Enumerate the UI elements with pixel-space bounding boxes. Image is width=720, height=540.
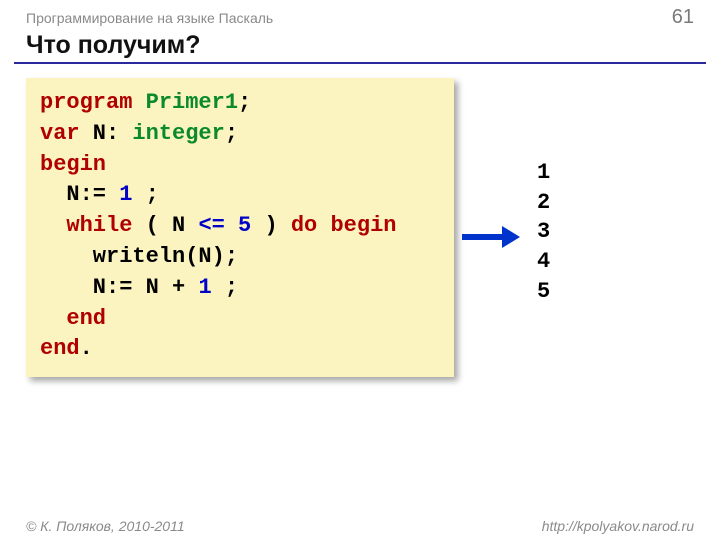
arrow-icon	[462, 226, 520, 248]
copyright-label: © К. Поляков, 2010-2011	[26, 518, 185, 534]
code-listing: program Primer1; var N: integer; begin N…	[26, 78, 454, 377]
code-line: var N: integer;	[40, 119, 440, 150]
slide-header: Программирование на языке Паскаль 61	[0, 0, 720, 29]
slide-footer: © К. Поляков, 2010-2011 http://kpolyakov…	[0, 518, 720, 534]
code-line: begin	[40, 150, 440, 181]
page-number: 61	[672, 6, 694, 29]
subject-label: Программирование на языке Паскаль	[26, 10, 273, 26]
code-line: writeln(N);	[40, 242, 440, 273]
arrow-shaft	[462, 234, 504, 240]
code-line: end.	[40, 334, 440, 365]
code-line: while ( N <= 5 ) do begin	[40, 211, 440, 242]
title-underline	[14, 62, 706, 64]
arrow-head	[502, 226, 520, 248]
program-output: 1 2 3 4 5	[537, 158, 550, 306]
code-line: program Primer1;	[40, 88, 440, 119]
code-line: end	[40, 304, 440, 335]
code-line: N:= 1 ;	[40, 180, 440, 211]
code-line: N:= N + 1 ;	[40, 273, 440, 304]
page-title: Что получим?	[26, 31, 694, 60]
url-label: http://kpolyakov.narod.ru	[542, 518, 694, 534]
content-area: program Primer1; var N: integer; begin N…	[0, 78, 720, 377]
